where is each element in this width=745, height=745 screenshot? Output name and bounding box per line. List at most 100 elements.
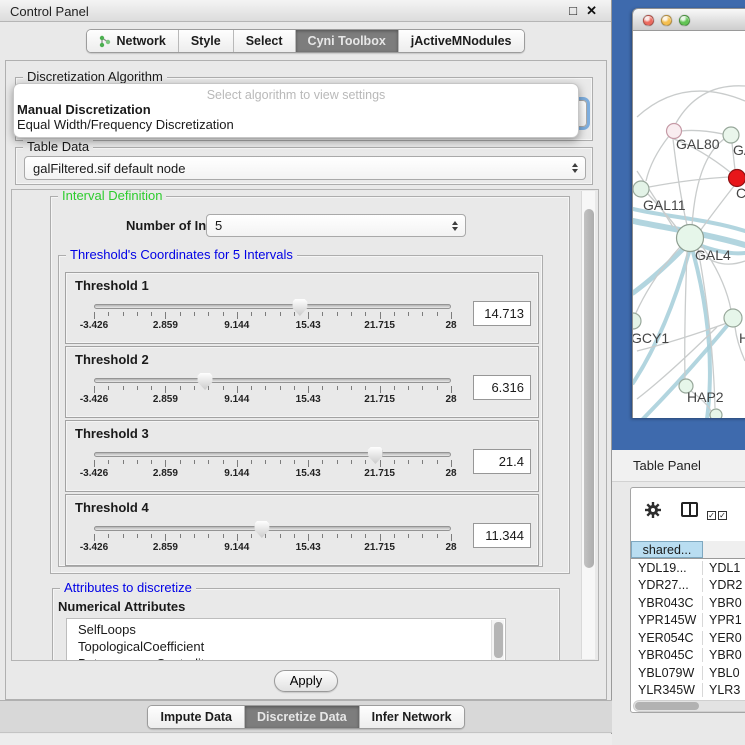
table-row[interactable]: YLR345WYLR3 bbox=[631, 682, 745, 700]
shared-name-cell[interactable]: YDL19... bbox=[631, 561, 703, 575]
tab-style[interactable]: Style bbox=[178, 30, 233, 52]
node-gal11[interactable] bbox=[633, 181, 649, 197]
shared-name-cell[interactable]: YBL079W bbox=[631, 666, 703, 680]
numerical-attributes-list[interactable]: SelfLoopsTopologicalCoefficientBetweenne… bbox=[66, 618, 506, 661]
algorithm-option[interactable]: Manual Discretization bbox=[17, 102, 151, 117]
tab-cyni-toolbox[interactable]: Cyni Toolbox bbox=[295, 30, 398, 52]
shared-name-cell[interactable]: YBR043C bbox=[631, 596, 703, 610]
table-row[interactable]: YBR045CYBR0 bbox=[631, 647, 745, 665]
threshold-slider[interactable]: -3.4262.8599.14415.4321.71528 bbox=[94, 452, 451, 480]
node-bottom[interactable] bbox=[710, 409, 722, 418]
tab-select[interactable]: Select bbox=[233, 30, 295, 52]
tab-infer-network[interactable]: Infer Network bbox=[359, 706, 464, 728]
horizontal-scrollbar[interactable] bbox=[633, 700, 745, 712]
slider-tick-labels: -3.4262.8599.14415.4321.71528 bbox=[94, 468, 451, 480]
name-cell[interactable]: YBR0 bbox=[703, 596, 742, 610]
network-window-titlebar bbox=[633, 9, 745, 31]
discretization-algorithm-group-title: Discretization Algorithm bbox=[23, 70, 167, 84]
threshold-panel: Threshold 2-3.4262.8599.14415.4321.71528… bbox=[65, 346, 539, 418]
table-row[interactable]: YER054CYER0 bbox=[631, 629, 745, 647]
table-row[interactable]: YDR27...YDR2 bbox=[631, 577, 745, 595]
node-label: GAL11 bbox=[643, 197, 686, 213]
apply-row: Apply bbox=[6, 661, 606, 701]
name-cell[interactable]: YDL1 bbox=[703, 561, 740, 575]
threshold-slider[interactable]: -3.4262.8599.14415.4321.71528 bbox=[94, 526, 451, 554]
node-selected-red[interactable] bbox=[729, 170, 745, 187]
table-row[interactable]: YPR145WYPR1 bbox=[631, 612, 745, 630]
network-canvas[interactable]: GAL80GACGAL11GAL4GCY1HHAP2 bbox=[633, 31, 745, 418]
tick-label: 15.43 bbox=[296, 468, 321, 479]
scrollbar-thumb[interactable] bbox=[584, 209, 594, 568]
tick-label: -3.426 bbox=[80, 542, 108, 553]
table-row[interactable]: YBR043CYBR0 bbox=[631, 594, 745, 612]
column-header[interactable]: shared... bbox=[631, 541, 703, 558]
node-top-right[interactable] bbox=[723, 127, 739, 143]
columns-icon[interactable] bbox=[681, 502, 698, 517]
tab-discretize-data[interactable]: Discretize Data bbox=[244, 706, 359, 728]
tick-label: 28 bbox=[445, 320, 456, 331]
control-panel-tabbar: NetworkStyleSelectCyni Toolbox jActiveMNo… bbox=[0, 22, 611, 60]
tick-label: 15.43 bbox=[296, 320, 321, 331]
num-intervals-combobox[interactable]: 5 bbox=[206, 214, 466, 237]
threshold-value-field[interactable]: 14.713 bbox=[473, 301, 531, 326]
node-gcy1[interactable] bbox=[633, 313, 641, 329]
scrollbar-thumb[interactable] bbox=[635, 702, 699, 710]
column-header[interactable]: na bbox=[703, 541, 745, 558]
select-columns-checkboxes[interactable]: ✓✓ bbox=[707, 505, 729, 523]
table-data-combobox[interactable]: galFiltered.sif default node bbox=[24, 156, 586, 180]
threshold-value-field[interactable]: 11.344 bbox=[473, 523, 531, 548]
node-h[interactable] bbox=[724, 309, 742, 327]
shared-name-cell[interactable]: YBR045C bbox=[631, 648, 703, 662]
gear-icon[interactable] bbox=[644, 501, 662, 519]
threshold-value-field[interactable]: 21.4 bbox=[473, 449, 531, 474]
tab-network[interactable]: Network bbox=[87, 30, 177, 52]
shared-name-cell[interactable]: YER054C bbox=[631, 631, 703, 645]
shared-name-cell[interactable]: YDR27... bbox=[631, 578, 703, 592]
checkbox-icon[interactable]: ✓ bbox=[707, 511, 716, 520]
tick-label: 15.43 bbox=[296, 542, 321, 553]
slider-track[interactable] bbox=[94, 378, 451, 383]
slider-track[interactable] bbox=[94, 304, 451, 309]
attributes-scrollbar[interactable] bbox=[491, 620, 504, 660]
tick-label: 21.715 bbox=[364, 542, 395, 553]
minimize-traffic-light-icon[interactable] bbox=[661, 15, 672, 26]
attributes-group: Attributes to discretize Numerical Attri… bbox=[52, 588, 560, 661]
float-window-icon[interactable]: □ bbox=[569, 3, 577, 18]
apply-button[interactable]: Apply bbox=[274, 670, 339, 692]
threshold-value-field[interactable]: 6.316 bbox=[473, 375, 531, 400]
threshold-slider[interactable]: -3.4262.8599.14415.4321.71528 bbox=[94, 304, 451, 332]
tab-jactivemnodules[interactable]: jActiveMNodules bbox=[398, 30, 524, 52]
algorithm-option[interactable]: Equal Width/Frequency Discretization bbox=[17, 117, 234, 132]
slider-ticks bbox=[94, 312, 451, 320]
name-cell[interactable]: YBR0 bbox=[703, 648, 742, 662]
table-row[interactable]: YDL19...YDL1 bbox=[631, 559, 745, 577]
threshold-slider[interactable]: -3.4262.8599.14415.4321.71528 bbox=[94, 378, 451, 406]
network-view-window[interactable]: GAL80GACGAL11GAL4GCY1HHAP2 bbox=[632, 8, 745, 418]
checkbox-icon[interactable]: ✓ bbox=[718, 511, 727, 520]
name-cell[interactable]: YLR3 bbox=[703, 683, 740, 697]
tab-impute-data[interactable]: Impute Data bbox=[148, 706, 244, 728]
name-cell[interactable]: YPR1 bbox=[703, 613, 742, 627]
close-traffic-light-icon[interactable] bbox=[643, 15, 654, 26]
slider-track[interactable] bbox=[94, 526, 451, 531]
attribute-list-item[interactable]: TopologicalCoefficient bbox=[67, 638, 505, 655]
close-icon[interactable]: ✕ bbox=[586, 3, 597, 19]
vertical-scrollbar[interactable] bbox=[581, 191, 595, 659]
network-edge bbox=[633, 249, 683, 293]
table-row[interactable]: YBL079WYBL0 bbox=[631, 664, 745, 682]
name-cell[interactable]: YDR2 bbox=[703, 578, 742, 592]
shared-name-cell[interactable]: YPR145W bbox=[631, 613, 703, 627]
name-cell[interactable]: YBL0 bbox=[703, 666, 740, 680]
tick-label: 2.859 bbox=[153, 394, 178, 405]
table-panel-title: Table Panel bbox=[633, 458, 701, 473]
cyni-bottom-tabbar: Impute DataDiscretize DataInfer Network bbox=[0, 700, 612, 733]
name-cell[interactable]: YER0 bbox=[703, 631, 742, 645]
control-panel-title: Control Panel bbox=[10, 4, 89, 19]
network-edge bbox=[646, 136, 669, 181]
shared-name-cell[interactable]: YLR345W bbox=[631, 683, 703, 697]
slider-track[interactable] bbox=[94, 452, 451, 457]
control-panel-footer bbox=[0, 734, 612, 745]
tab-label: jActiveMNodules bbox=[411, 34, 512, 48]
attribute-list-item[interactable]: SelfLoops bbox=[67, 621, 505, 638]
zoom-traffic-light-icon[interactable] bbox=[679, 15, 690, 26]
